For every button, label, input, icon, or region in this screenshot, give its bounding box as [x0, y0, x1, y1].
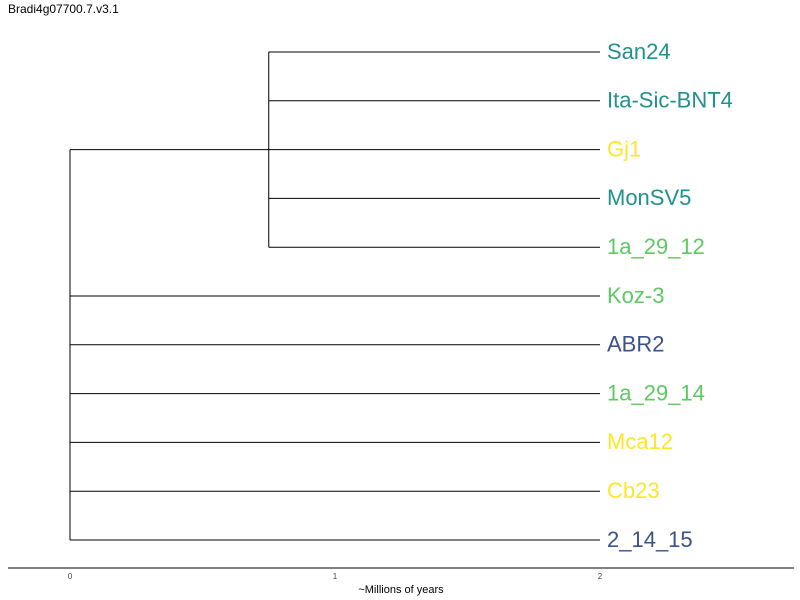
phylogenetic-tree: San24 Ita-Sic-BNT4 Gj1 MonSV5 1a_29_12 Koz-3 A… — [8, 39, 794, 596]
tick-label-1: 1 — [333, 572, 338, 581]
leaf-label-Mca12: Mca12 — [607, 429, 673, 454]
leaf-label-2_14_15: 2_14_15 — [607, 527, 693, 552]
leaf-label-San24: San24 — [607, 39, 671, 64]
leaf-label-ABR2: ABR2 — [607, 332, 664, 357]
leaf-label-Ita-Sic-BNT4: Ita-Sic-BNT4 — [607, 88, 733, 113]
leaf-label-Koz-3: Koz-3 — [607, 283, 664, 308]
tick-label-0: 0 — [68, 572, 73, 581]
leaf-label-1a_29_14: 1a_29_14 — [607, 380, 705, 405]
leaf-label-Cb23: Cb23 — [607, 478, 660, 503]
axis-ticks: 0 1 2 — [68, 572, 603, 581]
tree-branches — [69, 51, 600, 541]
time-axis: 0 1 2 ~Millions of years — [8, 567, 794, 596]
leaf-label-1a_29_12: 1a_29_12 — [607, 234, 705, 259]
leaf-label-Gj1: Gj1 — [607, 136, 641, 161]
tick-label-2: 2 — [598, 572, 603, 581]
leaf-labels: San24 Ita-Sic-BNT4 Gj1 MonSV5 1a_29_12 Koz-3 A… — [607, 39, 733, 552]
axis-title: ~Millions of years — [358, 584, 444, 596]
leaf-label-MonSV5: MonSV5 — [607, 185, 691, 210]
